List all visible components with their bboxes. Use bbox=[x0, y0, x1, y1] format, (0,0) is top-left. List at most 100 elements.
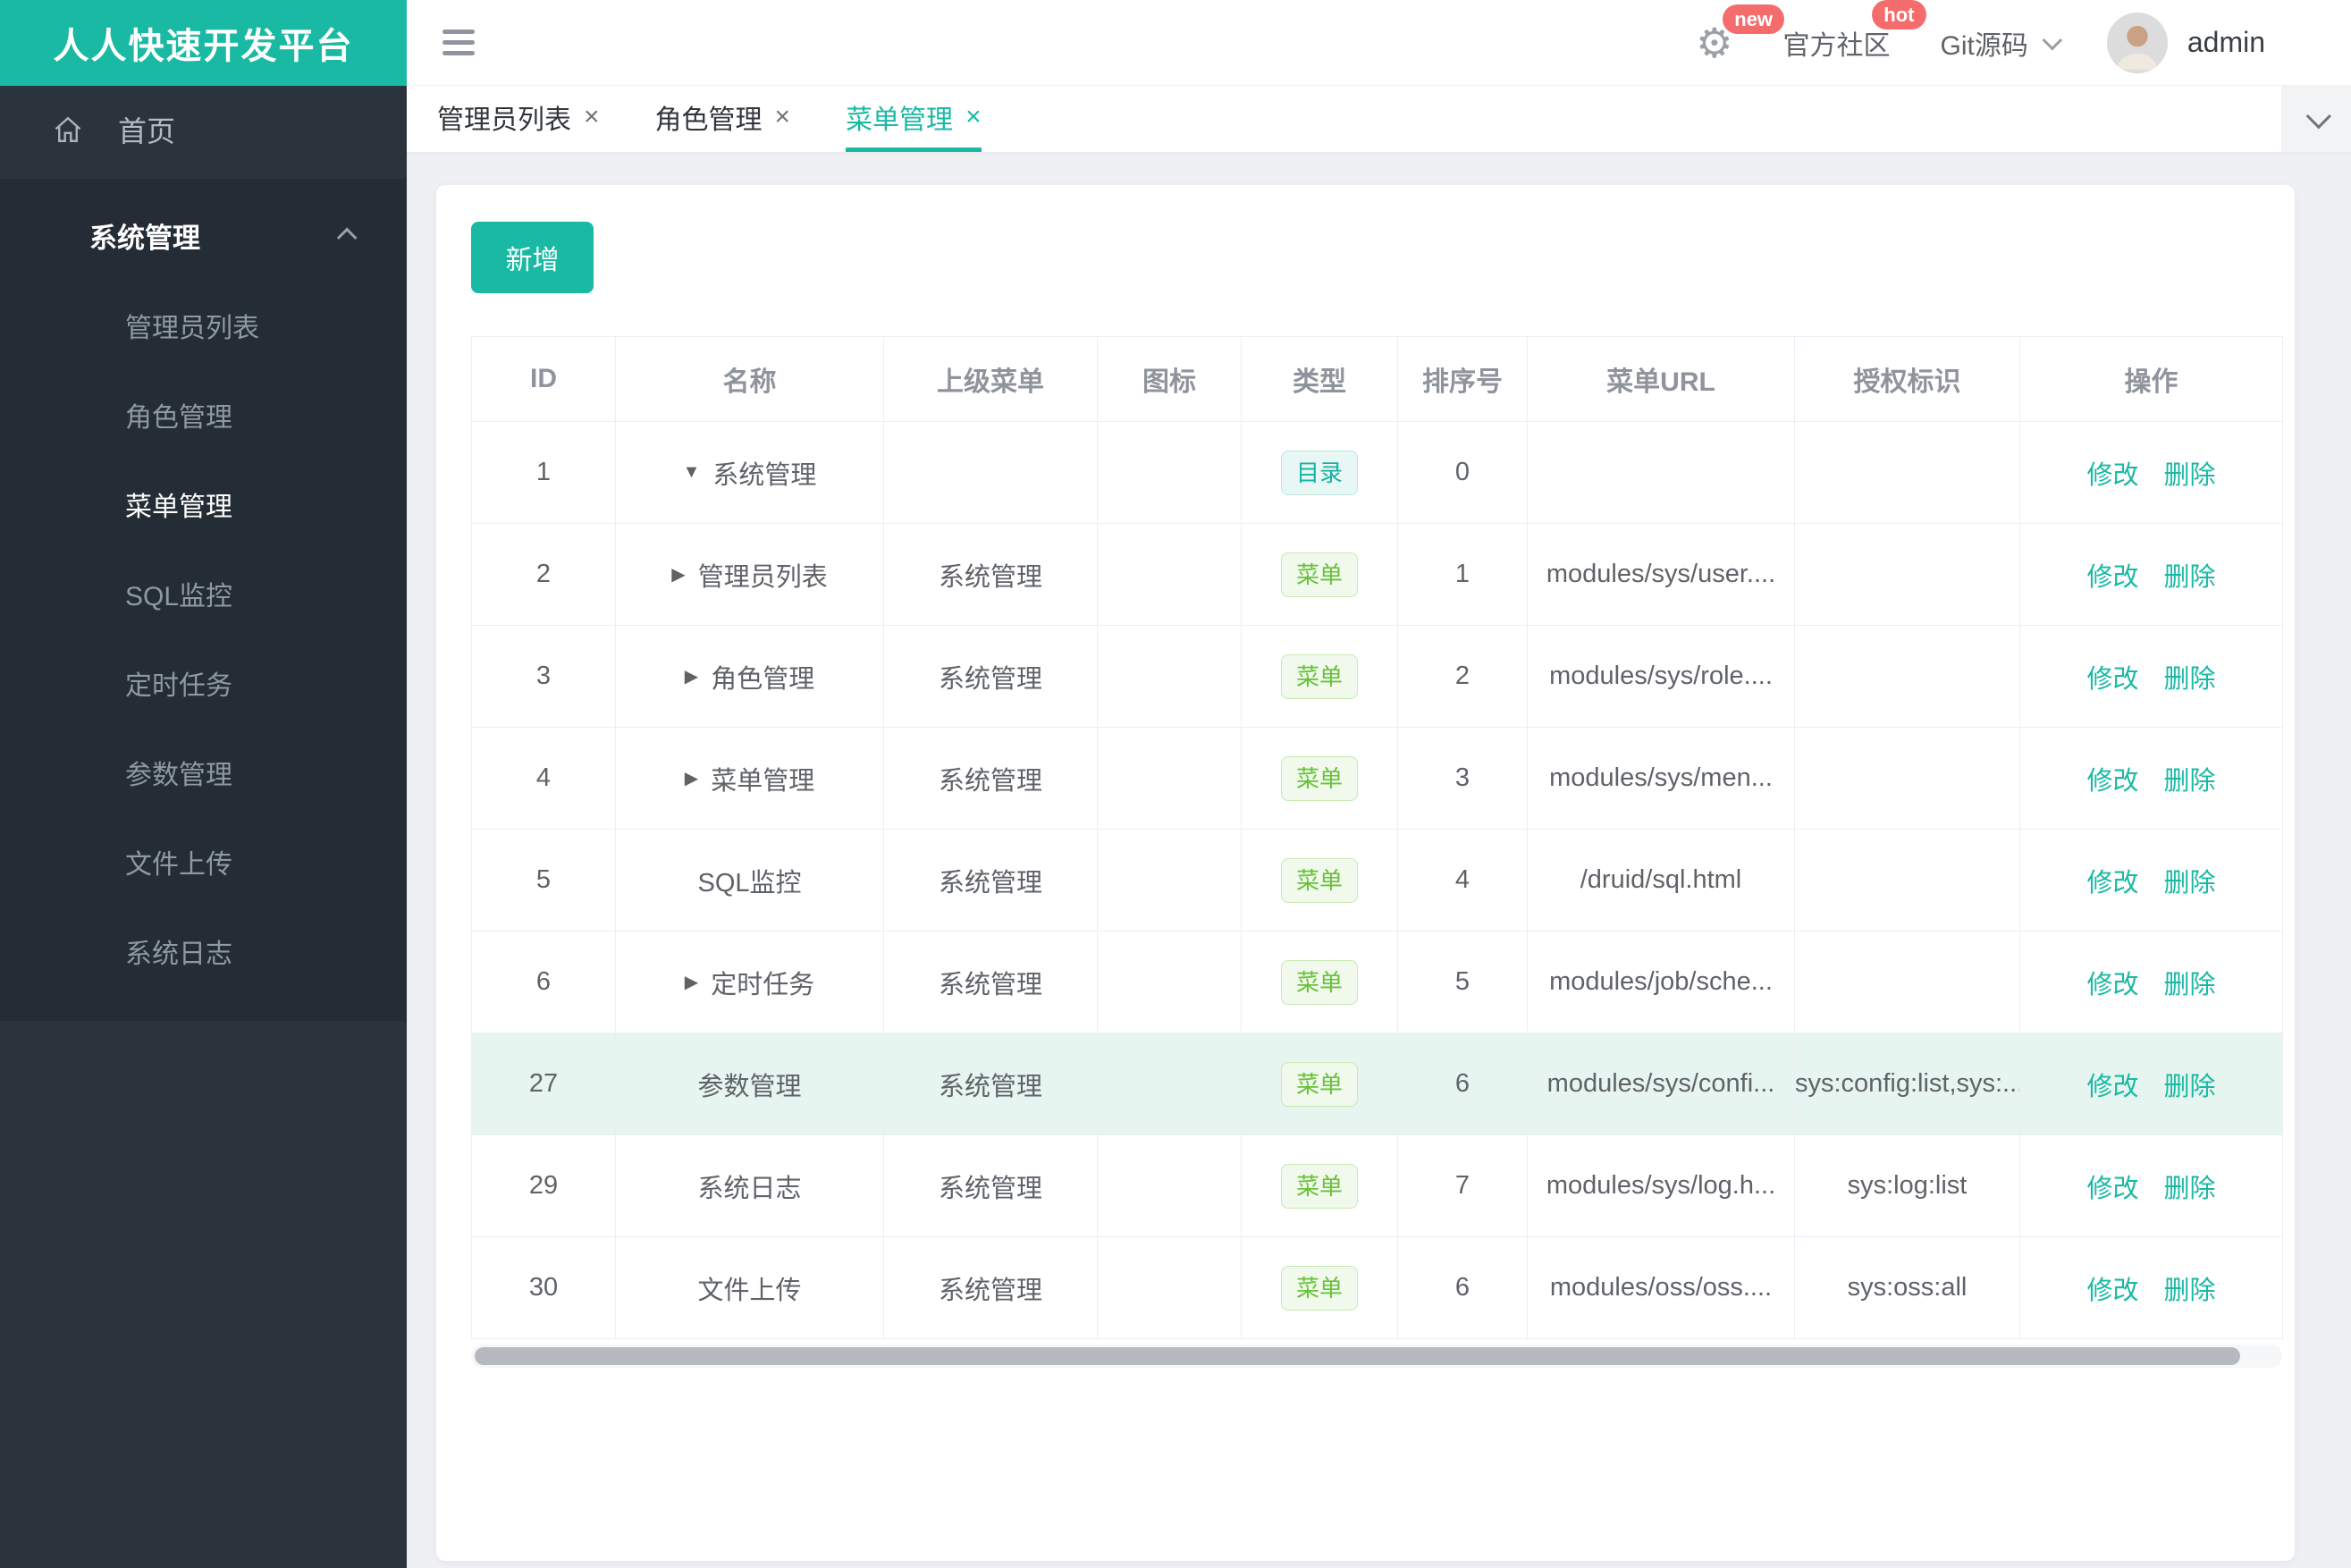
edit-link[interactable]: 修改 bbox=[2086, 1073, 2138, 1101]
expand-arrow-icon[interactable]: ▶ bbox=[685, 971, 698, 993]
settings-button[interactable]: ⚙ new bbox=[1696, 4, 1785, 63]
delete-link[interactable]: 删除 bbox=[2164, 563, 2216, 592]
user-menu[interactable]: admin bbox=[2106, 12, 2265, 73]
menu-management-card: 新增 ID 名称 上级菜单 图标 类型 排序号 菜单URL 授权标识 操作 1 ▼ 系统管理 目录 0 修… bbox=[436, 185, 2295, 1561]
chevron-down-icon bbox=[2042, 30, 2062, 50]
cell-actions: 修改 删除 bbox=[2019, 931, 2283, 1033]
sidebar-group-toggle[interactable]: 系统管理 bbox=[0, 190, 407, 281]
table-row[interactable]: 30 文件上传 系统管理 菜单 6 modules/oss/oss.... sys:oss:… bbox=[471, 1236, 2283, 1339]
sidebar-item-菜单管理[interactable]: 菜单管理 bbox=[0, 459, 407, 549]
edit-link[interactable]: 修改 bbox=[2086, 665, 2138, 694]
cell-type: 菜单 bbox=[1241, 727, 1398, 830]
type-badge: 菜单 bbox=[1280, 1061, 1358, 1107]
horizontal-scrollbar-thumb[interactable] bbox=[475, 1347, 2240, 1365]
sidebar-item-home[interactable]: 首页 bbox=[0, 86, 407, 173]
collapse-arrow-icon[interactable]: ▼ bbox=[683, 462, 701, 483]
home-icon bbox=[55, 116, 81, 142]
sidebar-item-定时任务[interactable]: 定时任务 bbox=[0, 638, 407, 728]
cell-order: 3 bbox=[1397, 727, 1528, 830]
cell-type: 菜单 bbox=[1241, 1134, 1398, 1237]
expand-arrow-icon[interactable]: ▶ bbox=[685, 767, 698, 789]
expand-arrow-icon[interactable]: ▶ bbox=[685, 665, 698, 687]
column-header-ID: ID bbox=[471, 336, 616, 422]
table-row[interactable]: 29 系统日志 系统管理 菜单 7 modules/sys/log.h... sys:log… bbox=[471, 1134, 2283, 1237]
delete-link[interactable]: 删除 bbox=[2164, 461, 2216, 490]
delete-link[interactable]: 删除 bbox=[2164, 1073, 2216, 1101]
menu-toggle-button[interactable] bbox=[442, 23, 475, 62]
sidebar-group-label: 系统管理 bbox=[89, 222, 200, 254]
tab-菜单管理[interactable]: 菜单管理 × bbox=[846, 86, 982, 152]
expand-arrow-icon[interactable]: ▶ bbox=[671, 563, 685, 586]
delete-link[interactable]: 删除 bbox=[2164, 869, 2216, 898]
edit-link[interactable]: 修改 bbox=[2086, 1175, 2138, 1203]
menu-name-label: 角色管理 bbox=[711, 664, 815, 694]
top-bar-main: ⚙ new 官方社区 hot Git源码 admin bbox=[407, 0, 2351, 86]
type-badge: 菜单 bbox=[1280, 1163, 1358, 1209]
edit-link[interactable]: 修改 bbox=[2086, 971, 2138, 999]
cell-url bbox=[1527, 421, 1795, 524]
edit-link[interactable]: 修改 bbox=[2086, 461, 2138, 490]
new-badge: new bbox=[1723, 4, 1785, 34]
tabs-overflow-button[interactable] bbox=[2281, 86, 2351, 152]
edit-link[interactable]: 修改 bbox=[2086, 563, 2138, 592]
tab-管理员列表[interactable]: 管理员列表 × bbox=[437, 86, 600, 152]
cell-type: 菜单 bbox=[1241, 1033, 1398, 1135]
avatar bbox=[2106, 12, 2168, 73]
sidebar-item-SQL监控[interactable]: SQL监控 bbox=[0, 549, 407, 638]
sidebar-item-系统日志[interactable]: 系统日志 bbox=[0, 906, 407, 996]
tab-close-icon[interactable]: × bbox=[584, 102, 600, 132]
cell-name: ▼ 系统管理 bbox=[615, 421, 884, 524]
sidebar-item-参数管理[interactable]: 参数管理 bbox=[0, 728, 407, 817]
delete-link[interactable]: 删除 bbox=[2164, 971, 2216, 999]
column-header-排序号: 排序号 bbox=[1397, 336, 1528, 422]
type-badge: 目录 bbox=[1280, 450, 1358, 495]
table-row[interactable]: 2 ▶ 管理员列表 系统管理 菜单 1 modules/sys/user.... 修改 删除 bbox=[471, 523, 2283, 626]
community-link[interactable]: 官方社区 hot bbox=[1783, 0, 1926, 63]
app-logo: 人人快速开发平台 bbox=[0, 0, 407, 86]
edit-link[interactable]: 修改 bbox=[2086, 869, 2138, 898]
edit-link[interactable]: 修改 bbox=[2086, 767, 2138, 796]
table-row[interactable]: 6 ▶ 定时任务 系统管理 菜单 5 modules/job/sche... 修改 删除 bbox=[471, 931, 2283, 1033]
sidebar-item-管理员列表[interactable]: 管理员列表 bbox=[0, 281, 407, 370]
delete-link[interactable]: 删除 bbox=[2164, 1175, 2216, 1203]
cell-url: modules/job/sche... bbox=[1527, 931, 1795, 1033]
tab-close-icon[interactable]: × bbox=[965, 102, 982, 132]
cell-icon bbox=[1097, 1033, 1242, 1135]
delete-link[interactable]: 删除 bbox=[2164, 1277, 2216, 1305]
cell-order: 4 bbox=[1397, 829, 1528, 932]
cell-icon bbox=[1097, 1236, 1242, 1339]
tab-角色管理[interactable]: 角色管理 × bbox=[655, 86, 791, 152]
cell-id: 27 bbox=[471, 1033, 616, 1135]
cell-url: modules/sys/confi... bbox=[1527, 1033, 1795, 1135]
cell-parent-menu: 系统管理 bbox=[883, 523, 1098, 626]
cell-perms: sys:oss:all bbox=[1794, 1236, 2020, 1339]
add-button[interactable]: 新增 bbox=[471, 222, 594, 293]
git-source-dropdown[interactable]: Git源码 bbox=[1941, 23, 2062, 63]
table-row[interactable]: 27 参数管理 系统管理 菜单 6 modules/sys/confi... sys:con… bbox=[471, 1033, 2283, 1135]
horizontal-scrollbar-track[interactable] bbox=[471, 1345, 2282, 1368]
sidebar-item-文件上传[interactable]: 文件上传 bbox=[0, 817, 407, 906]
edit-link[interactable]: 修改 bbox=[2086, 1277, 2138, 1305]
table-row[interactable]: 3 ▶ 角色管理 系统管理 菜单 2 modules/sys/role.... 修改 删除 bbox=[471, 625, 2283, 728]
cell-perms: sys:log:list bbox=[1794, 1134, 2020, 1237]
sidebar-item-角色管理[interactable]: 角色管理 bbox=[0, 370, 407, 459]
content-area: 管理员列表 × 角色管理 × 菜单管理 × 新增 ID 名称 上级菜单 图标 类型 排序号 菜单URL… bbox=[407, 86, 2351, 1568]
cell-icon bbox=[1097, 625, 1242, 728]
cell-icon bbox=[1097, 523, 1242, 626]
column-header-操作: 操作 bbox=[2019, 336, 2283, 422]
main-row: 首页 系统管理 管理员列表 角色管理 菜单管理 SQL监控 定时任务 参数管理 文件上传 系统… bbox=[0, 86, 2351, 1568]
table-row[interactable]: 1 ▼ 系统管理 目录 0 修改 删除 bbox=[471, 421, 2283, 524]
type-badge: 菜单 bbox=[1280, 857, 1358, 903]
tab-close-icon[interactable]: × bbox=[775, 102, 791, 132]
cell-name: 参数管理 bbox=[615, 1033, 884, 1135]
menu-name-label: 定时任务 bbox=[711, 970, 815, 999]
cell-order: 6 bbox=[1397, 1236, 1528, 1339]
cell-parent-menu: 系统管理 bbox=[883, 1134, 1098, 1237]
delete-link[interactable]: 删除 bbox=[2164, 767, 2216, 796]
table-row[interactable]: 4 ▶ 菜单管理 系统管理 菜单 3 modules/sys/men... 修改 删除 bbox=[471, 727, 2283, 830]
delete-link[interactable]: 删除 bbox=[2164, 665, 2216, 694]
cell-order: 2 bbox=[1397, 625, 1528, 728]
cell-name: ▶ 定时任务 bbox=[615, 931, 884, 1033]
table-row[interactable]: 5 SQL监控 系统管理 菜单 4/druid/sql.html 修改 删除 bbox=[471, 829, 2283, 932]
cell-actions: 修改 删除 bbox=[2019, 625, 2283, 728]
